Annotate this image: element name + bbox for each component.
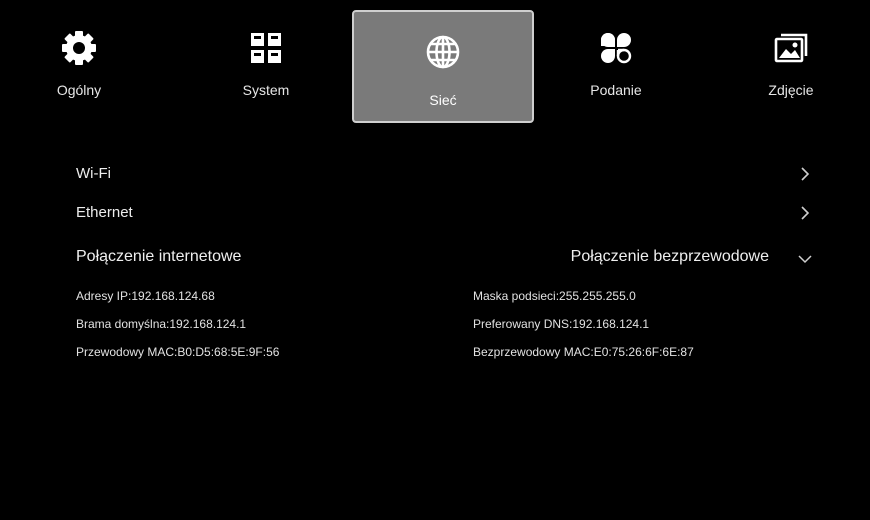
tab-system[interactable]: System — [231, 6, 301, 122]
subnet-mask: Maska podsieci:255.255.255.0 — [473, 289, 636, 303]
chevron-right-icon — [801, 167, 810, 181]
gear-icon — [62, 31, 96, 65]
globe-icon — [426, 35, 460, 69]
tab-label: Zdjęcie — [768, 82, 814, 98]
tab-label: System — [242, 82, 290, 98]
connection-type-select[interactable]: Połączenie bezprzewodowe — [571, 248, 769, 266]
chevron-down-icon[interactable] — [796, 252, 814, 266]
tab-picture[interactable]: Zdjęcie — [758, 6, 824, 122]
tab-label: Sieć — [429, 92, 457, 108]
tab-label: Podanie — [590, 82, 642, 98]
wifi-menu-item[interactable]: Wi-Fi — [76, 163, 812, 189]
preferred-dns: Preferowany DNS:192.168.124.1 — [473, 317, 650, 331]
chevron-right-icon — [801, 206, 810, 220]
tab-apps[interactable]: Podanie — [581, 6, 651, 122]
internet-connection-title: Połączenie internetowe — [76, 248, 242, 265]
apps-icon — [601, 33, 632, 64]
default-gateway: Brama domyślna:192.168.124.1 — [76, 317, 247, 331]
picture-icon — [774, 33, 808, 63]
tab-general[interactable]: Ogólny — [46, 6, 112, 122]
tab-network[interactable]: Sieć — [352, 10, 534, 123]
ethernet-menu-item[interactable]: Ethernet — [76, 202, 812, 228]
tab-label: Ogólny — [56, 82, 102, 98]
wireless-mac: Bezprzewodowy MAC:E0:75:26:6F:6E:87 — [473, 345, 694, 359]
ip-address: Adresy IP:192.168.124.68 — [76, 289, 215, 303]
wired-mac: Przewodowy MAC:B0:D5:68:5E:9F:56 — [76, 345, 280, 359]
wifi-label: Wi-Fi — [76, 165, 111, 182]
ethernet-label: Ethernet — [76, 204, 133, 221]
grid-icon — [251, 33, 281, 63]
settings-screen: Ogólny System Sieć Podanie Zdjęcie Wi-Fi… — [6, 6, 864, 514]
